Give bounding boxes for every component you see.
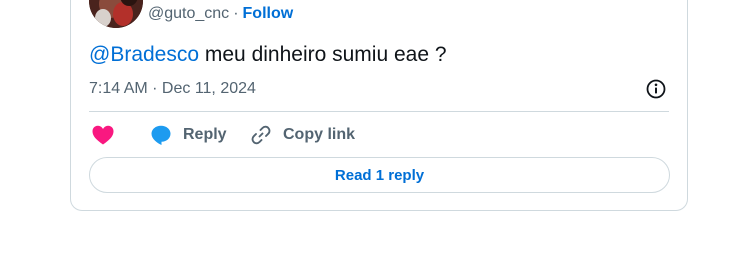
like-button[interactable] xyxy=(91,122,115,148)
follow-button[interactable]: Follow xyxy=(243,5,294,23)
author-handle[interactable]: @guto_cnc xyxy=(148,5,229,23)
speech-bubble-icon xyxy=(150,124,172,146)
heart-icon xyxy=(91,124,115,146)
copy-link-label: Copy link xyxy=(283,126,356,143)
divider xyxy=(89,111,669,112)
info-icon[interactable] xyxy=(645,78,667,100)
action-bar: Reply Copy link xyxy=(89,122,669,148)
reply-button[interactable]: Reply xyxy=(150,122,227,148)
copy-link-button[interactable]: Copy link xyxy=(250,122,355,148)
mention-link[interactable]: @Bradesco xyxy=(89,43,199,66)
read-replies-button[interactable]: Read 1 reply xyxy=(89,157,670,193)
tweet-timestamp[interactable]: 7:14 AM · Dec 11, 2024 xyxy=(89,79,256,99)
reply-label: Reply xyxy=(183,126,227,143)
timestamp-separator: · xyxy=(147,80,162,97)
tweet-time: 7:14 AM xyxy=(89,80,148,97)
separator-dot: · xyxy=(233,5,239,22)
tweet-date: Dec 11, 2024 xyxy=(161,80,256,97)
author-row: @guto_cnc · Follow xyxy=(148,4,293,24)
link-icon xyxy=(250,124,272,146)
page: @guto_cnc · Follow @Bradesco meu dinheir… xyxy=(0,0,748,258)
tweet-body: meu dinheiro sumiu eae ? xyxy=(199,43,447,66)
tweet-text: @Bradesco meu dinheiro sumiu eae ? xyxy=(89,41,447,69)
